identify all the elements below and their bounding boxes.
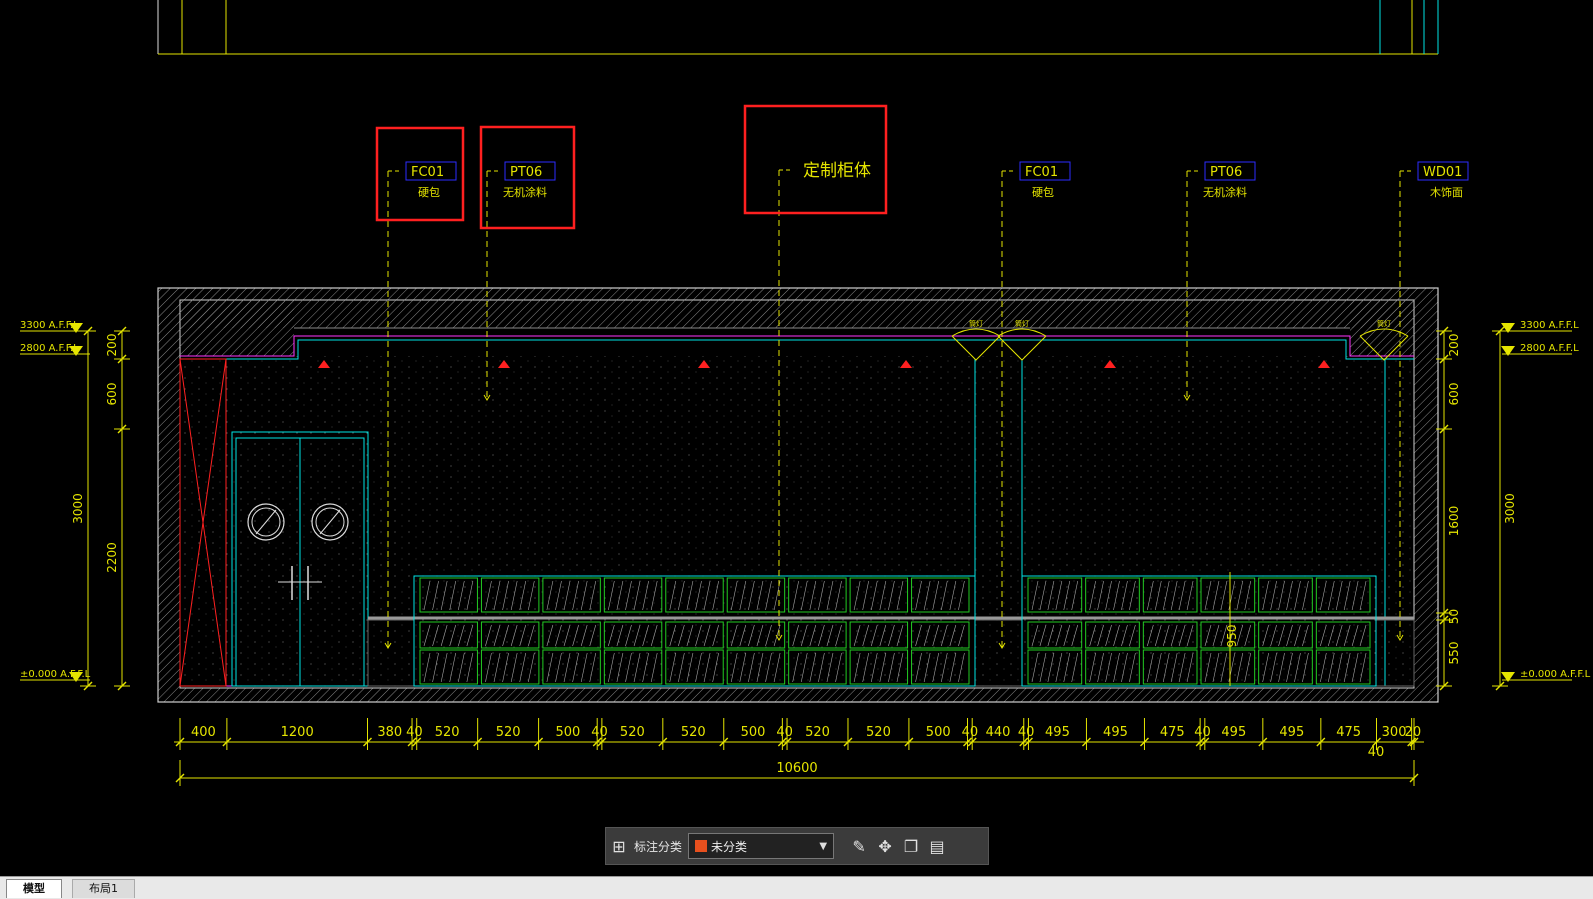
dim-value: 500 bbox=[926, 725, 951, 740]
cad-drawing-canvas[interactable]: 筒灯 筒灯 筒灯 FC01 硬包 PT06 无机涂料 定制柜体 FC01 硬包 PT06 无机涂料 W… bbox=[0, 0, 1593, 870]
lamp-label: 筒灯 bbox=[1015, 319, 1029, 328]
tab-layout1[interactable]: 布局1 bbox=[72, 879, 135, 898]
layout-tab-bar: 模型 布局1 bbox=[0, 876, 1593, 899]
paste-icon[interactable]: ▤ bbox=[924, 833, 950, 859]
dim-value: 495 bbox=[1279, 725, 1304, 740]
dim-value: 500 bbox=[555, 725, 580, 740]
dim-value: 520 bbox=[620, 725, 645, 740]
dim-value: 2200 bbox=[105, 542, 119, 573]
level-label: 3300 A.F.F.L bbox=[20, 320, 79, 331]
left-dimensions: 3300 A.F.F.L2800 A.F.F.L±0.000 A.F.F.L30… bbox=[20, 320, 130, 691]
tab-model[interactable]: 模型 bbox=[6, 879, 62, 898]
dim-value: 475 bbox=[1336, 725, 1361, 740]
dim-value: 380 bbox=[377, 725, 402, 740]
tag-description: 木饰面 bbox=[1430, 185, 1463, 199]
dim-value: 40 bbox=[962, 725, 979, 740]
dim-value: 520 bbox=[681, 725, 706, 740]
dim-value: 200 bbox=[105, 334, 119, 357]
annotation-toolbar: ⊞ 标注分类 未分类 ▼ ✎ ✥ ❐ ▤ bbox=[605, 827, 989, 865]
dim-value: 200 bbox=[1447, 334, 1461, 357]
dim-value: 495 bbox=[1221, 725, 1246, 740]
dim-value: 20 bbox=[1405, 725, 1422, 740]
tag-code: FC01 bbox=[1025, 165, 1058, 180]
dim-value-extra: 40 bbox=[1368, 745, 1385, 760]
tag-code: WD01 bbox=[1423, 165, 1462, 180]
dim-value: 1600 bbox=[1447, 506, 1461, 537]
tag-description: 无机涂料 bbox=[1203, 185, 1247, 199]
edit-icon[interactable]: ✎ bbox=[846, 833, 872, 859]
category-selected-value: 未分类 bbox=[711, 839, 748, 854]
lamp-label: 筒灯 bbox=[1377, 319, 1391, 328]
dim-value: 520 bbox=[866, 725, 891, 740]
tag-code: 定制柜体 bbox=[803, 161, 871, 181]
dim-value: 600 bbox=[1447, 383, 1461, 406]
highlight-box bbox=[743, 104, 888, 215]
dim-value: 520 bbox=[496, 725, 521, 740]
category-select[interactable]: 未分类 ▼ bbox=[688, 833, 835, 859]
bottom-dimension-chain: 400 1200 380 40 520 520 500 40 520 520 500 40 520 520… bbox=[174, 718, 1424, 786]
dim-value: 3000 bbox=[71, 493, 85, 524]
level-label: ±0.000 A.F.F.L bbox=[1520, 669, 1591, 680]
upper-section bbox=[157, 0, 1439, 55]
dim-value: 40 bbox=[591, 725, 608, 740]
dim-value: 520 bbox=[435, 725, 460, 740]
tag-code: PT06 bbox=[510, 165, 542, 180]
level-label: 2800 A.F.F.L bbox=[1520, 343, 1579, 354]
dim-value: 440 bbox=[986, 725, 1011, 740]
dim-value: 600 bbox=[105, 383, 119, 406]
dim-value: 50 bbox=[1447, 609, 1461, 624]
dim-value: 495 bbox=[1103, 725, 1128, 740]
move-icon[interactable]: ✥ bbox=[872, 833, 898, 859]
dim-value: 475 bbox=[1160, 725, 1185, 740]
dim-value: 40 bbox=[406, 725, 423, 740]
dim-value: 40 bbox=[1018, 725, 1035, 740]
dim-value: 40 bbox=[776, 725, 793, 740]
dim-value: 3000 bbox=[1503, 493, 1517, 524]
copy-icon[interactable]: ❐ bbox=[898, 833, 924, 859]
tag-description: 无机涂料 bbox=[503, 185, 547, 199]
dim-value: 550 bbox=[1447, 642, 1461, 665]
tag-description: 硬包 bbox=[418, 186, 440, 199]
tag-code: FC01 bbox=[411, 165, 444, 180]
grid-icon[interactable]: ⊞ bbox=[606, 833, 632, 859]
level-label: 2800 A.F.F.L bbox=[20, 343, 79, 354]
chevron-down-icon: ▼ bbox=[819, 840, 828, 852]
lamp-label: 筒灯 bbox=[969, 319, 983, 328]
dim-value: 495 bbox=[1045, 725, 1070, 740]
dim-total-value: 10600 bbox=[776, 761, 817, 776]
dim-value: 500 bbox=[741, 725, 766, 740]
dim-value: 1200 bbox=[281, 725, 314, 740]
level-label: 3300 A.F.F.L bbox=[1520, 320, 1579, 331]
dim-value: 40 bbox=[1194, 725, 1211, 740]
dim-value: 400 bbox=[191, 725, 216, 740]
dim-value-950: 950 bbox=[1225, 625, 1239, 648]
tag-description: 硬包 bbox=[1032, 186, 1054, 199]
category-label: 标注分类 bbox=[634, 839, 683, 854]
dim-value: 520 bbox=[805, 725, 830, 740]
dim-value: 300 bbox=[1382, 725, 1407, 740]
tag-code: PT06 bbox=[1210, 165, 1242, 180]
category-color-swatch bbox=[695, 840, 708, 852]
elevation-frame bbox=[157, 287, 1439, 703]
